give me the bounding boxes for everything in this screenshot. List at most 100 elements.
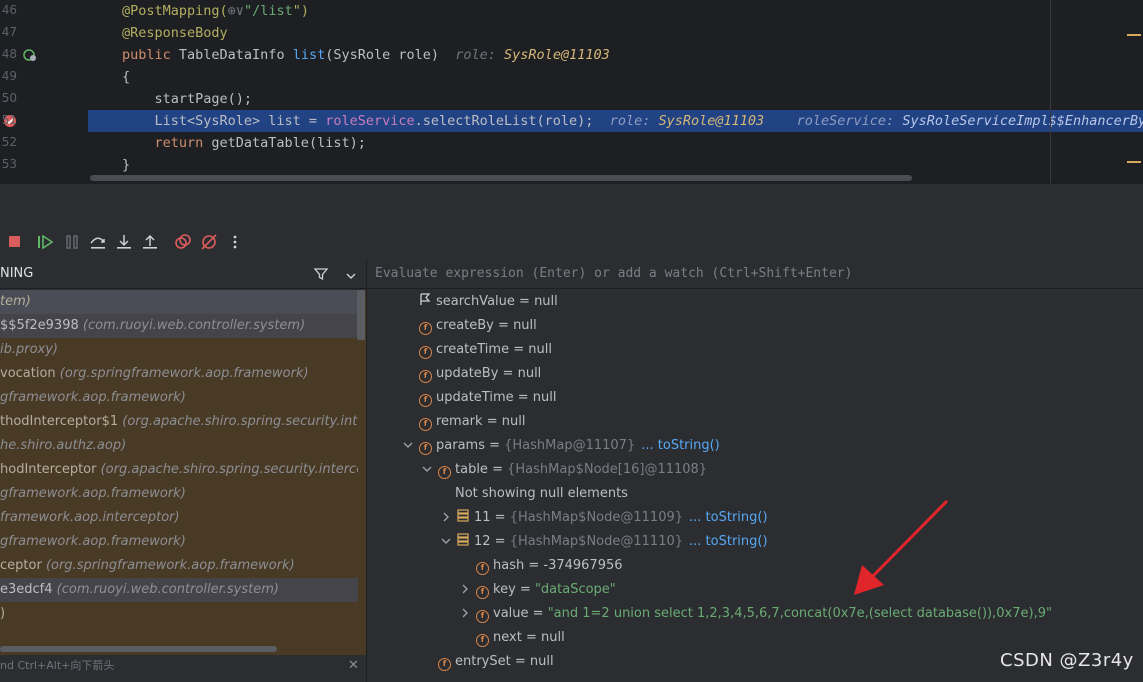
code-line[interactable]: { — [88, 66, 1143, 88]
variable-row[interactable]: f next = null — [476, 626, 565, 650]
variable-row[interactable]: f createTime = null — [419, 338, 552, 362]
step-over-icon[interactable] — [89, 233, 107, 251]
expand-chevron-right-icon[interactable] — [459, 578, 471, 602]
variable-row[interactable]: searchValue = null — [419, 290, 558, 314]
stack-frame-row[interactable]: $$5f2e9398 (com.ruoyi.web.controller.sys… — [0, 314, 358, 338]
code-token: public — [122, 47, 179, 63]
variable-name: searchValue — [436, 294, 515, 309]
variable-value: {HashMap$Node[16]@11108} — [507, 462, 708, 477]
stack-frame-row[interactable]: vocation (org.springframework.aop.framew… — [0, 362, 358, 386]
code-line[interactable]: @ResponseBody — [88, 22, 1143, 44]
variable-row[interactable]: f remark = null — [419, 410, 525, 434]
variable-name: entrySet — [455, 654, 511, 669]
variable-row[interactable]: Not showing null elements — [455, 482, 628, 506]
close-hint-icon[interactable]: ✕ — [348, 655, 359, 677]
code-token: list — [292, 47, 326, 63]
current-execution-line[interactable]: List<SysRole> list = roleService.selectR… — [88, 110, 1143, 132]
stack-frame-row[interactable]: e3edcf4 (com.ruoyi.web.controller.system… — [0, 578, 358, 602]
variable-row[interactable]: f key = "dataScope" — [476, 578, 616, 602]
variable-row[interactable]: 12 = {HashMap$Node@11110} ... toString() — [457, 530, 768, 554]
code-line[interactable]: } — [88, 154, 1143, 176]
code-editor[interactable]: @PostMapping(⊕∨"/list") @ResponseBody publ… — [0, 0, 1143, 183]
stack-frame-row[interactable]: hodInterceptor (org.apache.shiro.spring.… — [0, 458, 358, 482]
variable-row[interactable]: f params = {HashMap@11107} ... toString() — [419, 434, 720, 458]
code-token: role: — [609, 113, 659, 129]
code-line[interactable]: @PostMapping(⊕∨"/list") — [88, 0, 1143, 22]
variable-row[interactable]: f table = {HashMap$Node[16]@11108} — [438, 458, 707, 482]
pause-icon[interactable] — [63, 233, 81, 251]
expand-chevron-down-icon[interactable] — [440, 530, 452, 554]
stack-frame-row[interactable]: thodInterceptor$1 (org.apache.shiro.spri… — [0, 410, 358, 434]
line-number: 48 — [1, 47, 17, 61]
stack-frame-row[interactable]: ) — [0, 602, 358, 626]
error-stripe-mark[interactable] — [1127, 34, 1141, 36]
variable-row[interactable]: 11 = {HashMap$Node@11109} ... toString() — [457, 506, 768, 530]
evaluate-expression-input[interactable]: Evaluate expression (Enter) or add a wat… — [367, 259, 1143, 289]
line-number: 50 — [1, 91, 17, 105]
stack-frame-row[interactable]: gframework.aop.framework) — [0, 482, 358, 506]
stack-frame-row[interactable]: gframework.aop.framework) — [0, 386, 358, 410]
code-line[interactable]: startPage(); — [88, 88, 1143, 110]
stack-frame-row[interactable]: ceptor (org.springframework.aop.framewor… — [0, 554, 358, 578]
annotation-arrow — [854, 499, 949, 595]
variable-row[interactable]: f createBy = null — [419, 314, 537, 338]
editor-horizontal-scrollbar[interactable] — [90, 175, 912, 181]
variable-value: null — [534, 294, 558, 309]
variable-value: null — [540, 630, 565, 645]
more-options-icon[interactable] — [226, 233, 244, 251]
variable-row[interactable]: f updateBy = null — [419, 362, 541, 386]
variable-row[interactable]: f value = "and 1=2 union select 1,2,3,4,5… — [476, 602, 1052, 626]
code-line[interactable]: public TableDataInfo list(SysRole role) … — [88, 44, 1143, 66]
equals-sign: = — [514, 294, 535, 309]
stack-frame-row[interactable]: he.shiro.authz.aop) — [0, 434, 358, 458]
code-line[interactable]: return getDataTable(list); — [88, 132, 1143, 154]
resume-icon[interactable] — [36, 233, 54, 251]
variable-row[interactable]: f updateTime = null — [419, 386, 557, 410]
stack-frame-row[interactable]: tem) — [0, 290, 358, 314]
frames-vertical-scrollbar[interactable] — [357, 290, 365, 340]
expand-chevron-right-icon[interactable] — [459, 602, 471, 626]
mute-breakpoints-icon[interactable] — [200, 233, 218, 251]
code-token: List<SysRole> list = — [122, 113, 326, 129]
frames-list[interactable]: tem) $$5f2e9398 (com.ruoyi.web.controller… — [0, 290, 366, 655]
variable-row[interactable]: f entrySet = null — [438, 650, 554, 674]
field-icon: f — [438, 658, 451, 671]
stack-frame-row[interactable]: gframework.aop.framework) — [0, 530, 358, 554]
filter-icon[interactable] — [313, 266, 329, 282]
expand-chevron-right-icon[interactable] — [440, 506, 452, 530]
equals-sign: = — [513, 390, 533, 405]
code-token: roleService — [325, 113, 415, 129]
view-breakpoints-icon[interactable] — [174, 233, 192, 251]
variable-name: hash — [493, 558, 525, 573]
error-stripe-mark[interactable] — [1127, 161, 1141, 163]
variable-value: -374967956 — [543, 558, 623, 573]
frame-method: vocation — [0, 366, 60, 381]
frame-package: gframework.aop.framework) — [0, 390, 186, 405]
frames-horizontal-scrollbar[interactable] — [0, 646, 277, 652]
step-into-icon[interactable] — [115, 233, 133, 251]
variable-value: null — [528, 342, 552, 357]
to-string-link[interactable]: ... toString() — [689, 510, 768, 525]
code-token: roleService: — [796, 113, 903, 129]
stop-icon[interactable] — [6, 233, 24, 251]
frame-method: thodInterceptor$1 — [0, 414, 123, 429]
method-breakpoint-icon[interactable] — [23, 47, 37, 61]
expand-chevron-down-icon[interactable] — [402, 434, 414, 458]
expand-chevron-down-icon[interactable] — [421, 458, 433, 482]
variables-tree[interactable]: searchValue = null f createBy = null f creat… — [367, 290, 1143, 682]
to-string-link[interactable]: ... toString() — [641, 438, 720, 453]
variable-name: createTime — [436, 342, 510, 357]
code-token: (SysRole role) — [325, 47, 456, 63]
stack-frame-row[interactable]: ib.proxy) — [0, 338, 358, 362]
equals-sign: = — [528, 606, 548, 621]
code-token: /list — [252, 3, 293, 19]
evaluate-expression-placeholder: Evaluate expression (Enter) or add a wat… — [375, 266, 853, 281]
variable-value: "dataScope" — [534, 582, 616, 597]
line-number: 51 — [1, 113, 17, 127]
field-icon: f — [419, 346, 432, 359]
variable-row[interactable]: f hash = -374967956 — [476, 554, 623, 578]
to-string-link[interactable]: ... toString() — [689, 534, 768, 549]
stack-frame-row[interactable]: framework.aop.interceptor) — [0, 506, 358, 530]
chevron-down-icon[interactable] — [344, 268, 358, 282]
step-out-icon[interactable] — [141, 233, 159, 251]
